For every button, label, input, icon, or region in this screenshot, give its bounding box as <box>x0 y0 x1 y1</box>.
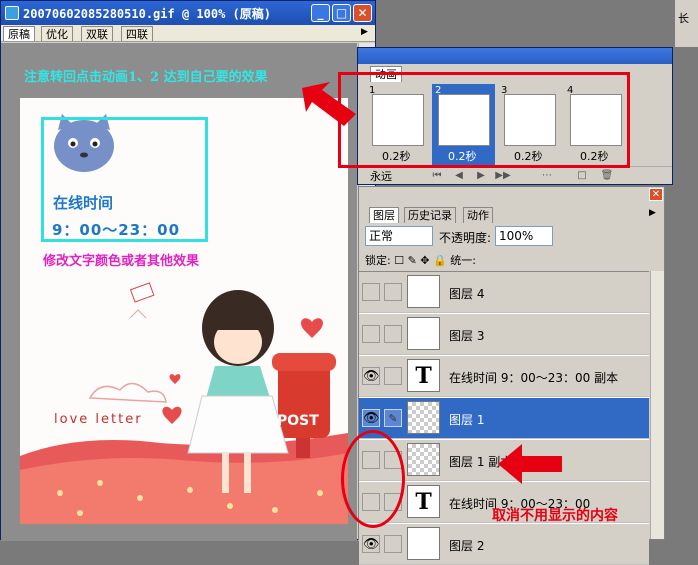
layers-list: 图层 4 图层 3 👁 T 在线时间 9：00～23：00 副本 👁 ✎ 图层 1 图层 1 副… <box>359 271 649 565</box>
close-button[interactable]: ✕ <box>353 4 372 22</box>
tab-layers[interactable]: 图层 <box>369 207 399 223</box>
online-label: 在线时间 <box>53 194 114 212</box>
layer-thumbnail <box>407 317 440 350</box>
loop-select[interactable]: 永远 <box>370 168 392 184</box>
tab-original[interactable]: 原稿 <box>3 26 35 41</box>
tab-history[interactable]: 历史记录 <box>404 207 456 223</box>
panel-close-icon[interactable]: ✕ <box>649 188 663 201</box>
tween-button[interactable]: ⋯ <box>538 170 556 182</box>
link-icon[interactable] <box>384 283 402 301</box>
right-strip: 长 <box>675 0 698 47</box>
animation-titlebar[interactable] <box>358 48 672 64</box>
link-icon[interactable]: ✎ <box>384 409 402 427</box>
eye-icon[interactable]: 👁 <box>362 367 380 385</box>
link-icon[interactable] <box>384 325 402 343</box>
unify-label: 统一: <box>450 254 476 267</box>
layer-thumbnail <box>407 401 440 434</box>
layer-row[interactable]: 图层 4 <box>359 272 649 313</box>
love-letter-text: love letter <box>54 412 143 427</box>
layer-name: 图层 3 <box>449 329 485 343</box>
lock-row: 锁定: ☐ ✎ ✥ 🔒 统一: <box>365 252 476 268</box>
link-icon[interactable] <box>384 535 402 553</box>
layer-thumbnail: T <box>407 485 440 518</box>
cancel-note: 取消不用显示的内容 <box>492 508 618 524</box>
opacity-label: 不透明度: <box>439 231 492 245</box>
tab-2up[interactable]: 双联 <box>81 26 113 41</box>
frames-highlight-box <box>338 72 630 168</box>
next-frame-button[interactable]: ▶▶ <box>494 170 512 182</box>
first-frame-button[interactable]: ⏮ <box>428 170 446 182</box>
visibility-highlight-circle <box>341 430 405 528</box>
modify-note: 修改文字颜色或者其他效果 <box>43 254 200 269</box>
layer-name: 图层 4 <box>449 287 485 301</box>
layer-row[interactable]: 👁 图层 2 <box>359 524 649 565</box>
tab-actions[interactable]: 动作 <box>463 207 493 223</box>
document-title: 20070602085280510.gif @ 100% (原稿) <box>23 7 271 21</box>
blend-mode-select[interactable]: 正常 <box>365 226 433 246</box>
layer-row[interactable]: 👁 ✎ 图层 1 <box>359 398 649 439</box>
lock-icons[interactable]: ☐ ✎ ✥ 🔒 <box>394 254 450 267</box>
tab-4up[interactable]: 四联 <box>121 26 153 41</box>
post-text: POST <box>277 413 319 429</box>
app-icon <box>5 6 19 20</box>
layer-name: 在线时间 9：00～23：00 副本 <box>449 371 619 385</box>
layer-name: 图层 1 <box>449 413 485 427</box>
delete-frame-button[interactable]: 🗑 <box>598 170 616 182</box>
document-titlebar[interactable]: 20070602085280510.gif @ 100% (原稿) _ □ ✕ <box>1 1 375 25</box>
eye-icon[interactable] <box>362 325 380 343</box>
layer-row[interactable]: 👁 T 在线时间 9：00～23：00 副本 <box>359 356 649 397</box>
eye-icon[interactable] <box>362 283 380 301</box>
layer-thumbnail <box>407 275 440 308</box>
play-button[interactable]: ▶ <box>472 170 490 182</box>
arrow-to-eye-icon <box>498 444 562 484</box>
top-note: 注意转回点击动画1、2 达到自己要的效果 <box>24 70 268 85</box>
opacity-input[interactable]: 100% <box>495 226 553 246</box>
layer-thumbnail <box>407 527 440 560</box>
animation-controls: 永远 ⏮ ◀ ▶ ▶▶ ⋯ □ 🗑 <box>358 166 672 184</box>
online-hours: 9：00～23：00 <box>52 221 181 239</box>
right-strip-text: 长 <box>678 12 689 25</box>
minimize-button[interactable]: _ <box>311 4 330 22</box>
view-tabs: 原稿 优化 双联 四联 ▶ <box>1 25 375 42</box>
lock-label: 锁定: <box>365 254 391 267</box>
new-frame-button[interactable]: □ <box>573 170 591 182</box>
eye-icon[interactable]: 👁 <box>362 535 380 553</box>
maximize-button[interactable]: □ <box>332 4 351 22</box>
eye-icon[interactable]: 👁 <box>362 409 380 427</box>
layer-thumbnail: T <box>407 359 440 392</box>
link-icon[interactable] <box>384 367 402 385</box>
panel-menu-icon[interactable]: ▶ <box>649 208 656 218</box>
tabs-scroll-icon[interactable]: ▶ <box>361 27 368 37</box>
layers-scrollbar[interactable] <box>650 271 664 539</box>
prev-frame-button[interactable]: ◀ <box>450 170 468 182</box>
tab-optimized[interactable]: 优化 <box>41 26 73 41</box>
layer-thumbnail <box>407 443 440 476</box>
layer-row[interactable]: 图层 3 <box>359 314 649 355</box>
